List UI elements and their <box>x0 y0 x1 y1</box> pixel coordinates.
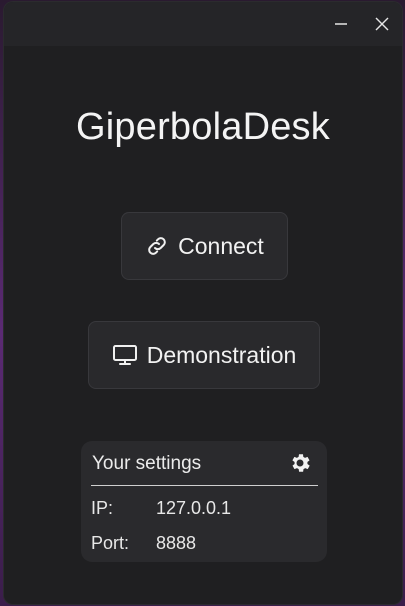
monitor-icon <box>112 343 138 367</box>
settings-title: Your settings <box>92 453 202 474</box>
minimize-button[interactable] <box>321 2 361 46</box>
ip-value: 127.0.0.1 <box>156 498 232 518</box>
app-window: GiperbolaDesk Connect Demonstration Your… <box>4 2 402 604</box>
connect-label: Connect <box>178 232 264 259</box>
minimize-icon <box>335 23 347 25</box>
ip-label: IP: <box>91 498 114 518</box>
close-icon <box>375 17 389 31</box>
port-value: 8888 <box>156 533 197 553</box>
port-label: Port: <box>91 533 130 553</box>
app-title: GiperbolaDesk <box>76 106 330 148</box>
connect-button[interactable]: Connect <box>121 212 288 280</box>
close-button[interactable] <box>362 2 402 46</box>
demonstration-button[interactable]: Demonstration <box>88 321 320 389</box>
demonstration-label: Demonstration <box>146 341 297 368</box>
title-bar[interactable] <box>4 2 402 46</box>
gear-icon[interactable] <box>288 451 312 475</box>
link-icon <box>145 234 169 258</box>
settings-divider <box>91 485 318 486</box>
settings-panel: Your settings IP: 127.0.0.1 Port: 8888 <box>81 441 327 562</box>
